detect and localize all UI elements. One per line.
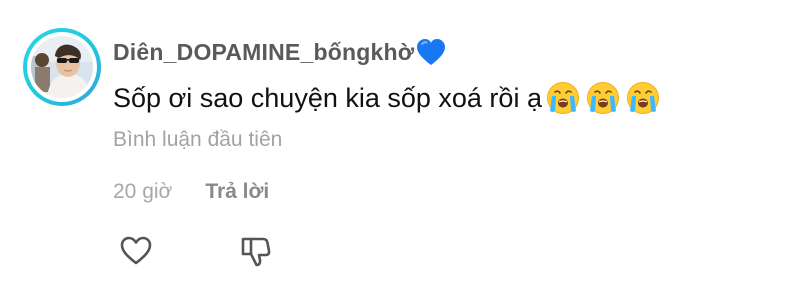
avatar-ring-gap: [27, 32, 97, 102]
comment-text: Sốp ơi sao chuyện kia sốp xoá rồi ạ: [113, 82, 542, 113]
comment-time: 20 giờ: [113, 180, 173, 203]
username[interactable]: Diên_DOPAMINE_bốngkhờ: [113, 39, 414, 66]
comment-text-line: Sốp ơi sao chuyện kia sốp xoá rồi ạ: [113, 81, 660, 115]
comment-meta: 20 giờ Trả lời: [113, 180, 269, 204]
loudly-crying-face-icon: [546, 82, 579, 114]
loudly-crying-face-icon: [626, 82, 659, 114]
thumbs-down-icon: [241, 237, 271, 267]
heart-outline-icon: [120, 236, 152, 265]
like-button[interactable]: [119, 234, 153, 268]
loudly-crying-face-icon: [586, 82, 619, 114]
avatar-story-ring[interactable]: [23, 28, 101, 106]
first-comment-label: Bình luận đầu tiên: [113, 128, 283, 151]
dislike-button[interactable]: [238, 234, 272, 268]
reply-button[interactable]: Trả lời: [205, 180, 269, 204]
avatar[interactable]: [31, 36, 93, 98]
avatar-image: [31, 36, 93, 98]
comment-item: Diên_DOPAMINE_bốngkhờ Sốp ơi sao chuyện …: [0, 0, 805, 292]
username-line[interactable]: Diên_DOPAMINE_bốngkhờ: [113, 38, 446, 66]
blue-heart-icon: [417, 39, 446, 65]
